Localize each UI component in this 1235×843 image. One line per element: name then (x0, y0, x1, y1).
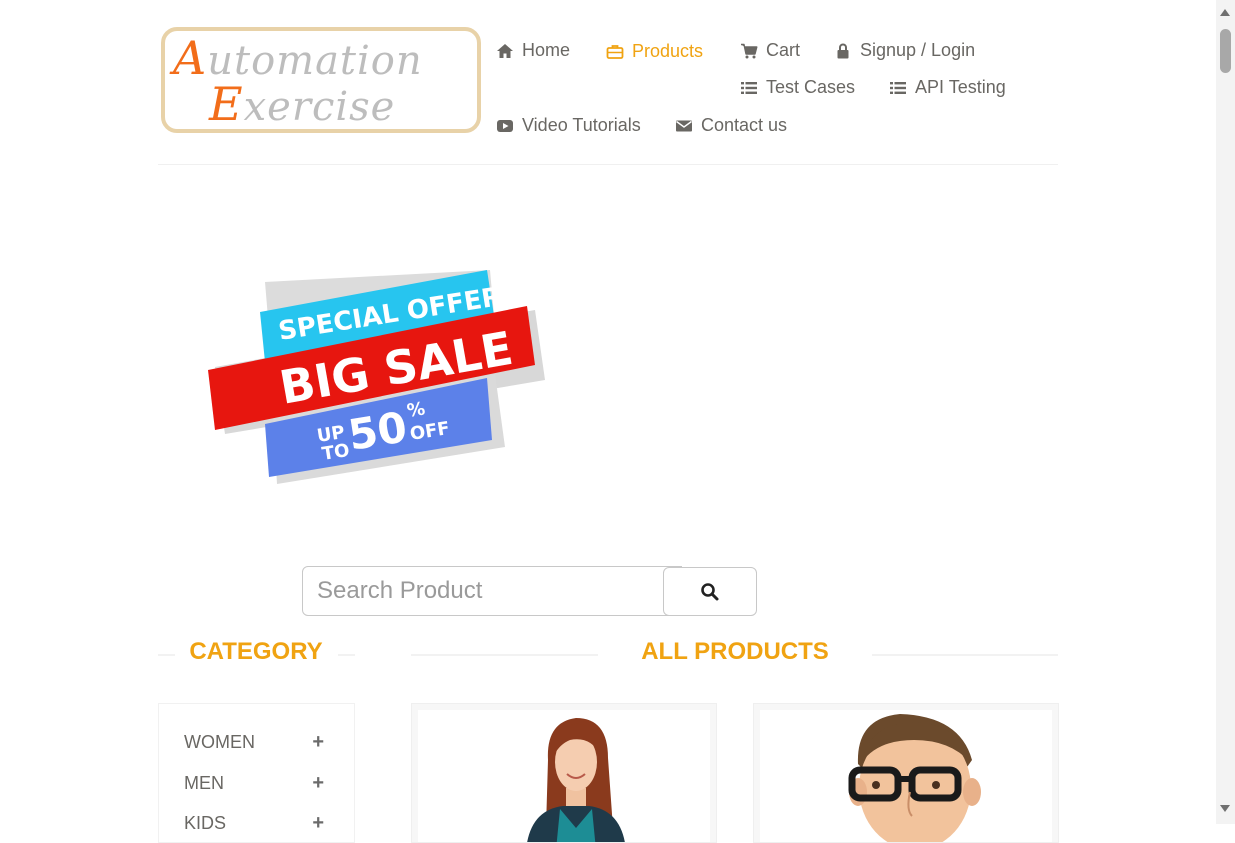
nav-test-cases-label: Test Cases (766, 77, 856, 97)
lock-icon (837, 43, 849, 58)
header-divider (158, 164, 1058, 165)
category-title: CATEGORY (189, 638, 323, 665)
logo-letter-a: A (173, 31, 208, 85)
nav-video-tutorials-label: Video Tutorials (522, 115, 641, 135)
envelope-icon (676, 120, 692, 131)
products-title-rule-left (411, 654, 598, 656)
banner-to: TO (320, 440, 351, 465)
nav-products-label: Products (632, 41, 704, 61)
category-item-label: WOMEN (184, 732, 255, 752)
category-item-men[interactable]: MEN + (184, 772, 324, 795)
home-icon (497, 43, 513, 58)
category-title-rule-right (338, 654, 355, 656)
list-icon (890, 81, 906, 94)
banner-fifty: 50 (345, 402, 410, 460)
category-item-label: MEN (184, 773, 224, 793)
logo-word-exercise: xercise (243, 84, 396, 130)
nav-cart[interactable]: Cart (740, 40, 800, 61)
nav-contact-us-label: Contact us (701, 115, 788, 135)
scroll-down-arrow-icon[interactable] (1219, 804, 1231, 813)
nav-home[interactable]: Home (496, 40, 570, 61)
nav-api-testing[interactable]: API Testing (889, 77, 1006, 98)
list-icon (741, 81, 757, 94)
nav-signup-login[interactable]: Signup / Login (834, 40, 975, 61)
category-title-rule-left (158, 654, 175, 656)
category-panel: WOMEN + MEN + KIDS + (158, 703, 355, 843)
nav-api-testing-label: API Testing (915, 77, 1006, 97)
nav-products[interactable]: Products (606, 41, 703, 62)
youtube-play-icon (497, 119, 513, 132)
product-card (411, 703, 717, 843)
big-sale-banner: SPECIAL OFFER BIG SALE UP TO 50 % OFF (208, 270, 545, 484)
nav-signup-login-label: Signup / Login (860, 40, 976, 60)
logo-letter-e: E (209, 77, 244, 131)
nav-cart-label: Cart (766, 40, 801, 60)
nav-contact-us[interactable]: Contact us (675, 115, 787, 136)
search-button[interactable] (663, 567, 757, 616)
search-icon (701, 582, 719, 600)
search-product-input[interactable] (302, 566, 682, 616)
nav-video-tutorials[interactable]: Video Tutorials (496, 115, 641, 136)
scrollbar-thumb[interactable] (1220, 29, 1231, 73)
products-title-rule-right (872, 654, 1058, 656)
product-image (848, 714, 981, 842)
nav-test-cases[interactable]: Test Cases (740, 77, 855, 98)
plus-icon[interactable]: + (312, 731, 324, 754)
all-products-title: ALL PRODUCTS (641, 638, 829, 665)
product-card (753, 703, 1059, 843)
product-image (527, 718, 625, 842)
shopping-cart-icon (741, 43, 758, 58)
scroll-up-arrow-icon[interactable] (1219, 8, 1231, 17)
category-item-women[interactable]: WOMEN + (184, 731, 324, 754)
banner-percent: % (405, 398, 426, 422)
vertical-scrollbar[interactable] (1216, 0, 1235, 824)
nav-home-label: Home (522, 40, 571, 60)
briefcase-icon (606, 44, 624, 59)
site-logo[interactable]: Automation Exercise (161, 27, 481, 133)
plus-icon[interactable]: + (312, 772, 324, 795)
